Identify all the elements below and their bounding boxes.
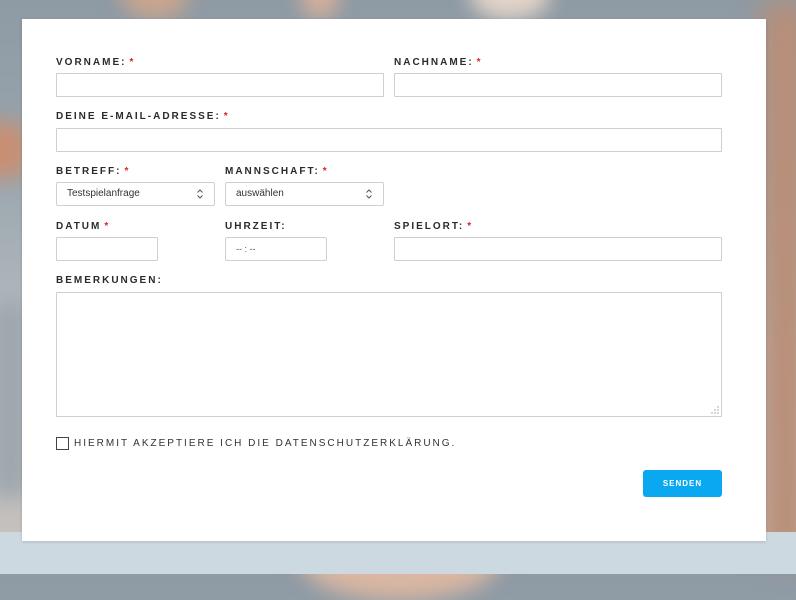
email-label-text: DEINE E-MAIL-ADRESSE:: [56, 111, 221, 122]
spielort-input[interactable]: [394, 237, 722, 261]
required-mark: *: [124, 166, 131, 177]
betreff-label: BETREFF: *: [56, 166, 130, 177]
datum-label: DATUM *: [56, 221, 110, 232]
required-mark: *: [322, 166, 329, 177]
email-input[interactable]: [56, 128, 722, 152]
background-blur: [300, 0, 340, 20]
uhrzeit-label-text: UHRZEIT:: [225, 221, 287, 232]
betreff-selected-value: Testspielanfrage: [67, 188, 140, 199]
consent-label[interactable]: HIERMIT AKZEPTIERE ICH DIE DATENSCHUTZER…: [74, 438, 456, 449]
vorname-label: VORNAME: *: [56, 57, 135, 68]
mannschaft-label-text: MANNSCHAFT:: [225, 166, 320, 177]
spielort-label-text: SPIELORT:: [394, 221, 465, 232]
nachname-label-text: NACHNAME:: [394, 57, 474, 68]
nachname-label: NACHNAME: *: [394, 57, 483, 68]
email-label: DEINE E-MAIL-ADRESSE: *: [56, 111, 230, 122]
mannschaft-select[interactable]: auswählen: [225, 182, 384, 206]
required-mark: *: [467, 221, 474, 232]
required-mark: *: [129, 57, 136, 68]
betreff-select[interactable]: Testspielanfrage: [56, 182, 215, 206]
required-mark: *: [104, 221, 111, 232]
uhrzeit-value: -- : --: [236, 244, 256, 254]
vorname-label-text: VORNAME:: [56, 57, 127, 68]
required-mark: *: [476, 57, 483, 68]
select-chevron-icon: [366, 189, 372, 199]
uhrzeit-input[interactable]: -- : --: [225, 237, 327, 261]
betreff-label-text: BETREFF:: [56, 166, 122, 177]
datum-label-text: DATUM: [56, 221, 102, 232]
bemerkungen-label: BEMERKUNGEN:: [56, 275, 163, 286]
background-blur: [470, 0, 550, 20]
uhrzeit-label: UHRZEIT:: [225, 221, 287, 232]
vorname-input[interactable]: [56, 73, 384, 97]
spielort-label: SPIELORT: *: [394, 221, 473, 232]
mannschaft-selected-value: auswählen: [236, 188, 284, 199]
nachname-input[interactable]: [394, 73, 722, 97]
bemerkungen-textarea[interactable]: [56, 292, 722, 417]
required-mark: *: [223, 111, 230, 122]
bemerkungen-label-text: BEMERKUNGEN:: [56, 275, 163, 286]
select-chevron-icon: [197, 189, 203, 199]
consent-checkbox[interactable]: [56, 437, 69, 450]
resize-grip-icon[interactable]: [711, 406, 719, 414]
mannschaft-label: MANNSCHAFT: *: [225, 166, 329, 177]
contact-form-card: VORNAME: * NACHNAME: * DEINE E-MAIL-ADRESS…: [22, 19, 766, 541]
datum-input[interactable]: [56, 237, 158, 261]
background-blur: [120, 0, 190, 20]
senden-button[interactable]: SENDEN: [643, 470, 722, 497]
